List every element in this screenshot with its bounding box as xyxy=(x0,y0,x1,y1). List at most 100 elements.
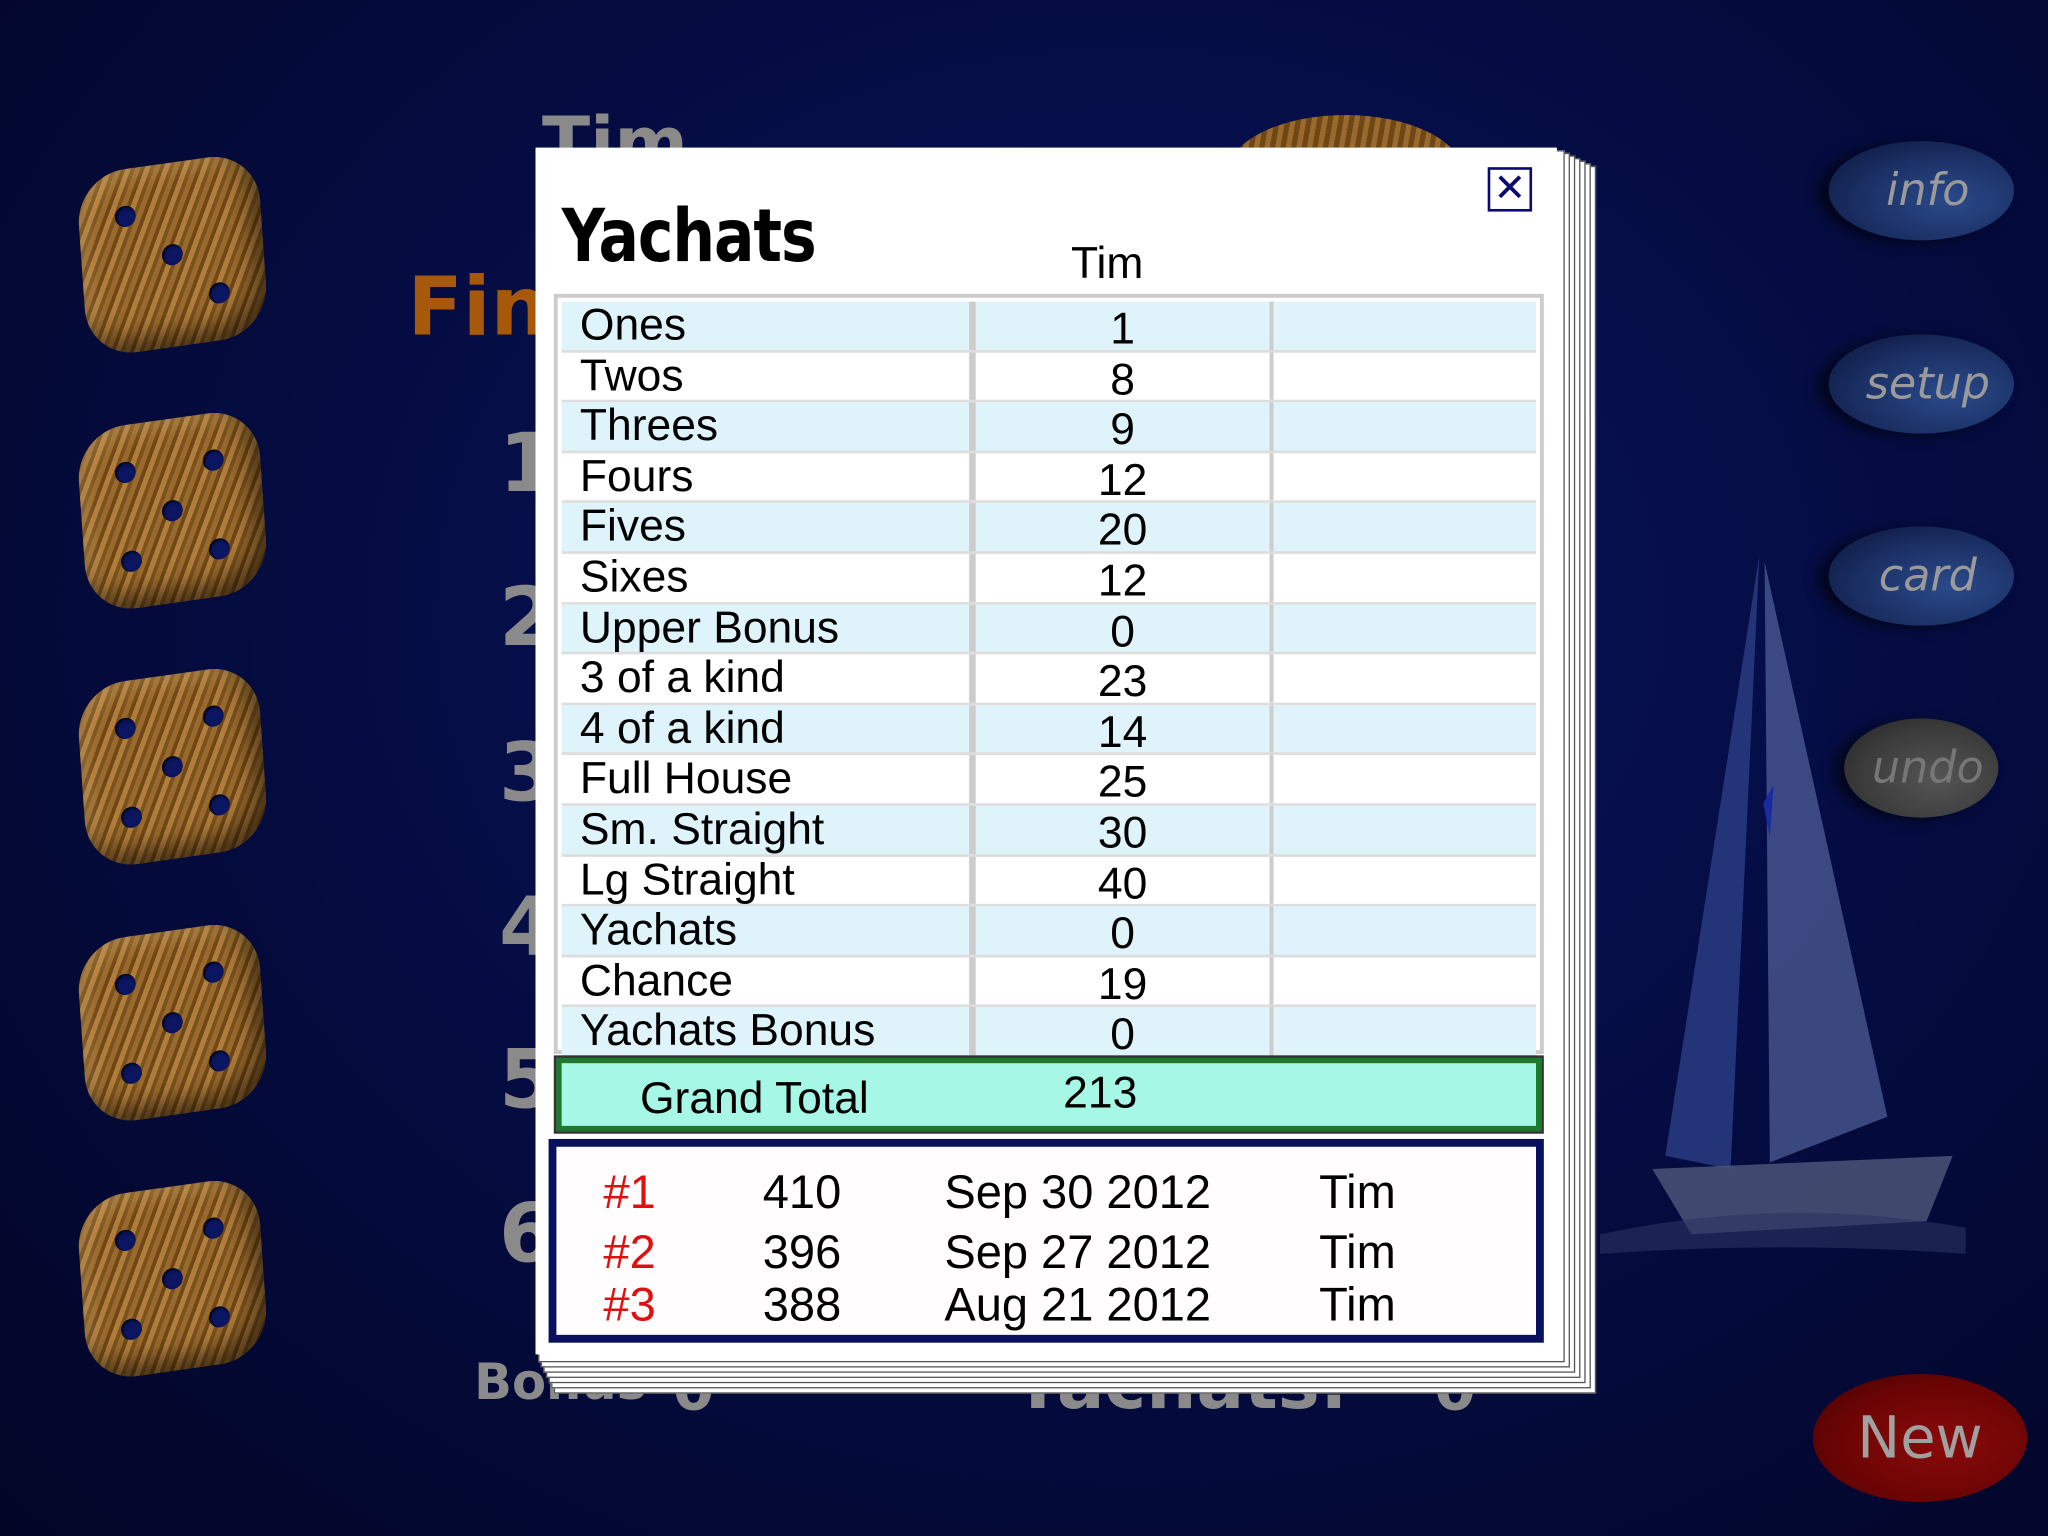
empty-player-cell xyxy=(1273,705,1536,753)
score-row[interactable]: Sm. Straight 30 xyxy=(561,805,1536,858)
die[interactable] xyxy=(75,918,270,1127)
category-score: 14 xyxy=(976,704,1274,757)
score-row[interactable]: Threes 9 xyxy=(561,402,1536,455)
empty-player-cell xyxy=(1273,856,1536,904)
category-label: Sm. Straight xyxy=(562,805,976,854)
score-card-dialog: Yachats Tim ✕ Ones 1 Twos 8 Threes 9 Fours 12 Fi… xyxy=(535,147,1557,1355)
high-score-rank: #1 xyxy=(603,1165,656,1219)
empty-player-cell xyxy=(1273,655,1536,703)
die-pip xyxy=(114,716,137,741)
die-pip xyxy=(120,549,143,574)
empty-player-cell xyxy=(1273,957,1536,1005)
category-score: 20 xyxy=(976,503,1274,556)
die-pip xyxy=(161,1266,184,1291)
high-score-date: Sep 30 2012 xyxy=(944,1165,1212,1219)
high-score-date: Aug 21 2012 xyxy=(944,1277,1212,1331)
die-pip xyxy=(208,1305,231,1329)
die-pip xyxy=(202,704,225,729)
close-icon[interactable]: ✕ xyxy=(1487,167,1533,212)
category-label: Twos xyxy=(562,352,976,400)
score-row[interactable]: 4 of a kind 14 xyxy=(561,704,1536,757)
player-column-header: Tim xyxy=(1071,239,1144,289)
empty-player-cell xyxy=(1273,806,1536,854)
die-pip xyxy=(120,805,143,830)
category-score: 30 xyxy=(976,805,1274,858)
die-pip xyxy=(120,1317,143,1342)
category-score: 1 xyxy=(976,301,1274,354)
category-label: Chance xyxy=(562,957,976,1005)
die[interactable] xyxy=(75,662,270,871)
die-pip xyxy=(161,242,184,267)
sailboat-image xyxy=(1599,555,1966,1254)
die-pip xyxy=(161,1010,184,1035)
info-button[interactable]: info xyxy=(1828,141,2015,241)
category-label: 3 of a kind xyxy=(562,654,976,703)
score-row[interactable]: Chance 19 xyxy=(561,957,1536,1009)
score-row[interactable]: Ones 1 xyxy=(561,301,1536,354)
empty-player-cell xyxy=(1273,554,1536,602)
category-label: Fours xyxy=(562,452,976,501)
category-score: 19 xyxy=(976,957,1274,1009)
score-row[interactable]: Sixes 12 xyxy=(561,553,1536,606)
category-label: 4 of a kind xyxy=(562,704,976,753)
die-pip xyxy=(161,498,184,523)
undo-button[interactable]: undo xyxy=(1844,718,1999,818)
empty-player-cell xyxy=(1273,907,1536,955)
high-score-rank: #3 xyxy=(603,1277,656,1331)
score-row[interactable]: 3 of a kind 23 xyxy=(561,654,1536,707)
category-score: 9 xyxy=(976,402,1274,455)
category-score: 0 xyxy=(976,1007,1274,1060)
empty-player-cell xyxy=(1273,755,1536,803)
empty-player-cell xyxy=(1273,403,1536,451)
score-row[interactable]: Fours 12 xyxy=(561,452,1536,505)
setup-button[interactable]: setup xyxy=(1828,334,2015,434)
category-label: Sixes xyxy=(562,553,976,602)
category-score: 12 xyxy=(976,452,1274,505)
die[interactable] xyxy=(75,406,270,615)
grand-total-value: 213 xyxy=(1063,1068,1138,1119)
category-score: 0 xyxy=(976,906,1274,959)
high-score-rank: #2 xyxy=(603,1225,656,1279)
category-label: Lg Straight xyxy=(562,856,976,904)
die-pip xyxy=(161,754,184,779)
die-pip xyxy=(114,204,137,229)
high-score-value: 396 xyxy=(762,1225,842,1279)
die[interactable] xyxy=(75,1174,270,1383)
high-score-player: Tim xyxy=(1319,1165,1396,1219)
die-pip xyxy=(114,972,137,997)
high-score-player: Tim xyxy=(1319,1277,1396,1331)
score-row[interactable]: Yachats 0 xyxy=(561,906,1536,959)
category-label: Threes xyxy=(562,402,976,451)
score-row[interactable]: Full House 25 xyxy=(561,755,1536,808)
empty-player-cell xyxy=(1273,302,1536,350)
card-button[interactable]: card xyxy=(1828,526,2015,626)
empty-player-cell xyxy=(1273,453,1536,501)
new-game-button[interactable]: New xyxy=(1812,1374,2028,1503)
category-label: Yachats xyxy=(562,906,976,955)
game-screen: Tim Fin 123456 Bonus 0 Yachats: 0 info s… xyxy=(0,0,2048,1536)
category-score: 8 xyxy=(976,352,1274,404)
dialog-title: Yachats xyxy=(561,194,817,280)
final-label-bg: Fin xyxy=(407,258,549,354)
score-row[interactable]: Upper Bonus 0 xyxy=(561,604,1536,656)
category-score: 40 xyxy=(976,856,1274,908)
die-pip xyxy=(208,281,231,305)
score-row[interactable]: Yachats Bonus 0 xyxy=(561,1007,1536,1060)
category-score: 12 xyxy=(976,553,1274,606)
die-pip xyxy=(202,448,225,473)
score-row[interactable]: Lg Straight 40 xyxy=(561,856,1536,908)
empty-player-cell xyxy=(1273,503,1536,551)
die-pip xyxy=(114,1228,137,1253)
die-pip xyxy=(208,537,231,561)
die[interactable] xyxy=(75,150,270,359)
die-pip xyxy=(208,1049,231,1073)
category-score: 0 xyxy=(976,604,1274,656)
category-label: Ones xyxy=(562,301,976,350)
score-row[interactable]: Twos 8 xyxy=(561,352,1536,404)
die-pip xyxy=(202,960,225,985)
score-row[interactable]: Fives 20 xyxy=(561,503,1536,556)
category-label: Yachats Bonus xyxy=(562,1007,976,1056)
die-pip xyxy=(202,1216,225,1241)
category-score: 25 xyxy=(976,755,1274,808)
category-label: Full House xyxy=(562,755,976,804)
